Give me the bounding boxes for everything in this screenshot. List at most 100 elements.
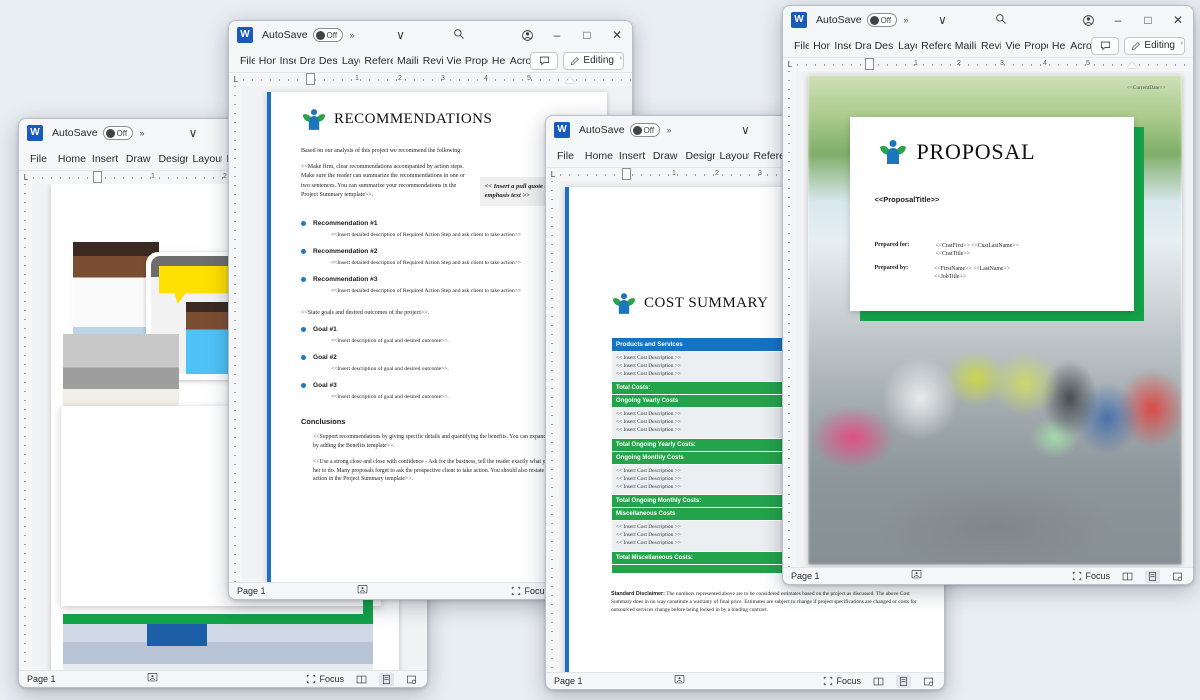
- comments-button[interactable]: [1091, 36, 1120, 55]
- page-area[interactable]: <<CurrentDate>> PROPOSAL <<ProposalTitle…: [796, 71, 1193, 567]
- tab-stop-selector-icon[interactable]: L: [546, 170, 560, 179]
- first-line-indent-marker[interactable]: [93, 171, 102, 183]
- ribbon-tab-view[interactable]: View: [1001, 38, 1020, 54]
- ribbon-display-chevron-icon[interactable]: ∨: [189, 127, 198, 139]
- status-page-label[interactable]: Page 1: [554, 676, 674, 686]
- ribbon-tab-review[interactable]: Review: [419, 53, 443, 69]
- ribbon-tab-home[interactable]: Home: [581, 148, 615, 164]
- ribbon-tab-references[interactable]: References: [917, 38, 951, 54]
- focus-mode-button[interactable]: Focus: [511, 586, 549, 596]
- first-line-indent-marker[interactable]: [622, 168, 631, 180]
- ribbon-tab-proposal[interactable]: Proposal: [1020, 38, 1048, 54]
- read-mode-icon[interactable]: [354, 673, 369, 686]
- proposal-title-placeholder[interactable]: <<ProposalTitle>>: [875, 195, 940, 204]
- ribbon-tab-insert[interactable]: Insert: [88, 151, 122, 167]
- autosave-switch[interactable]: Off: [866, 13, 897, 27]
- ribbon-tab-references[interactable]: References: [749, 148, 783, 164]
- ribbon-tab-draw[interactable]: Draw: [296, 53, 315, 69]
- accessibility-checker-icon[interactable]: [911, 569, 922, 583]
- print-layout-icon[interactable]: [1145, 569, 1160, 583]
- autosave-switch[interactable]: Off: [312, 28, 343, 42]
- autosave-toggle[interactable]: AutoSave Off: [579, 123, 660, 137]
- ribbon-tab-view[interactable]: View: [443, 53, 461, 69]
- ribbon-tab-draw[interactable]: Draw: [649, 148, 682, 164]
- ribbon-tab-acrobat[interactable]: Acrobat: [506, 53, 531, 69]
- editing-mode-button[interactable]: Editing ›: [563, 51, 624, 70]
- tab-stop-selector-icon[interactable]: L: [229, 75, 243, 84]
- more-chevron-icon[interactable]: »: [140, 128, 145, 138]
- ribbon-tab-mailings[interactable]: Mailings: [951, 38, 977, 54]
- ribbon-display-chevron-icon[interactable]: ∨: [938, 14, 947, 26]
- maximize-button[interactable]: □: [1133, 7, 1163, 33]
- accessibility-checker-icon[interactable]: [674, 674, 685, 688]
- ribbon-tab-design[interactable]: Design: [681, 148, 715, 164]
- tab-stop-selector-icon[interactable]: L: [19, 173, 33, 182]
- ribbon-tab-acrobat[interactable]: Acrobat: [1066, 38, 1091, 54]
- ribbon-display-chevron-icon[interactable]: ∨: [741, 124, 750, 136]
- autosave-toggle[interactable]: AutoSave Off: [816, 13, 897, 27]
- proposal-cover-page[interactable]: <<CurrentDate>> PROPOSAL <<ProposalTitle…: [807, 75, 1182, 565]
- status-page-label[interactable]: Page 1: [791, 571, 911, 581]
- account-icon[interactable]: [512, 22, 542, 48]
- ribbon-tab-design[interactable]: Design: [154, 151, 188, 167]
- web-layout-icon[interactable]: [404, 673, 419, 686]
- ribbon-tab-proposal[interactable]: Proposal: [461, 53, 488, 69]
- maximize-button[interactable]: □: [572, 22, 602, 48]
- ribbon-tab-file[interactable]: File: [25, 151, 54, 167]
- ribbon-tab-review[interactable]: Review: [977, 38, 1001, 54]
- prepared-by-name[interactable]: <<FirstName>> <<LastName>>: [934, 265, 1010, 273]
- print-layout-icon[interactable]: [379, 672, 394, 686]
- autosave-switch[interactable]: Off: [102, 126, 133, 140]
- autosave-toggle[interactable]: AutoSave Off: [52, 126, 133, 140]
- ribbon-tab-file[interactable]: File: [789, 38, 809, 54]
- editing-mode-button[interactable]: Editing ›: [1124, 36, 1185, 55]
- ribbon-tab-insert[interactable]: Insert: [276, 53, 296, 69]
- search-icon[interactable]: [995, 13, 1007, 27]
- right-indent-marker[interactable]: [1127, 62, 1137, 68]
- ribbon-tab-help[interactable]: Help: [1048, 38, 1066, 54]
- accessibility-checker-icon[interactable]: [357, 584, 368, 598]
- ribbon-tab-file[interactable]: File: [235, 53, 255, 69]
- more-chevron-icon[interactable]: »: [667, 125, 672, 135]
- web-layout-icon[interactable]: [1170, 570, 1185, 583]
- first-line-indent-marker[interactable]: [306, 73, 315, 85]
- ribbon-tab-layout[interactable]: Layout: [338, 53, 360, 69]
- close-button[interactable]: ✕: [602, 22, 632, 48]
- status-page-label[interactable]: Page 1: [237, 586, 357, 596]
- ribbon-tab-draw[interactable]: Draw: [851, 38, 871, 54]
- print-layout-icon[interactable]: [896, 674, 911, 688]
- ribbon-tab-design[interactable]: Design: [871, 38, 895, 54]
- tab-stop-selector-icon[interactable]: L: [783, 60, 797, 69]
- prepared-for-name[interactable]: <<CustFirst>> <<CustLastName>>: [935, 242, 1018, 250]
- web-layout-icon[interactable]: [921, 675, 936, 688]
- ribbon-tab-mailings[interactable]: Mailings: [393, 53, 419, 69]
- ribbon-tab-insert[interactable]: Insert: [615, 148, 649, 164]
- proposal-window[interactable]: W AutoSave Off » ∨ – □ ✕ File Home Inser: [782, 5, 1194, 585]
- minimize-button[interactable]: –: [542, 22, 572, 48]
- more-chevron-icon[interactable]: »: [904, 15, 909, 25]
- focus-mode-button[interactable]: Focus: [823, 676, 861, 686]
- search-icon[interactable]: [453, 28, 465, 42]
- ribbon-tab-design[interactable]: Design: [315, 53, 338, 69]
- accessibility-checker-icon[interactable]: [147, 672, 158, 686]
- chevron-right-icon[interactable]: ›: [1181, 40, 1183, 47]
- document-canvas[interactable]: <<CurrentDate>> PROPOSAL <<ProposalTitle…: [783, 71, 1193, 567]
- chevron-right-icon[interactable]: ›: [620, 55, 622, 62]
- status-page-label[interactable]: Page 1: [27, 674, 147, 684]
- right-indent-marker[interactable]: [565, 77, 575, 83]
- ribbon-tab-home[interactable]: Home: [809, 38, 830, 54]
- minimize-button[interactable]: –: [1103, 7, 1133, 33]
- ribbon-tab-layout[interactable]: Layout: [188, 151, 222, 167]
- focus-mode-button[interactable]: Focus: [1072, 571, 1110, 581]
- ribbon-tabs[interactable]: File Home Insert Draw Design Layout Refe…: [229, 49, 632, 73]
- ribbon-tab-references[interactable]: References: [360, 53, 393, 69]
- focus-mode-button[interactable]: Focus: [306, 674, 344, 684]
- close-button[interactable]: ✕: [1163, 7, 1193, 33]
- read-mode-icon[interactable]: [1120, 570, 1135, 583]
- ribbon-tabs[interactable]: File Home Insert Draw Design Layout Refe…: [783, 34, 1193, 58]
- read-mode-icon[interactable]: [871, 675, 886, 688]
- ribbon-display-chevron-icon[interactable]: ∨: [396, 29, 405, 41]
- ribbon-tab-layout[interactable]: Layout: [715, 148, 749, 164]
- ribbon-tab-insert[interactable]: Insert: [830, 38, 851, 54]
- ribbon-tab-help[interactable]: Help: [488, 53, 506, 69]
